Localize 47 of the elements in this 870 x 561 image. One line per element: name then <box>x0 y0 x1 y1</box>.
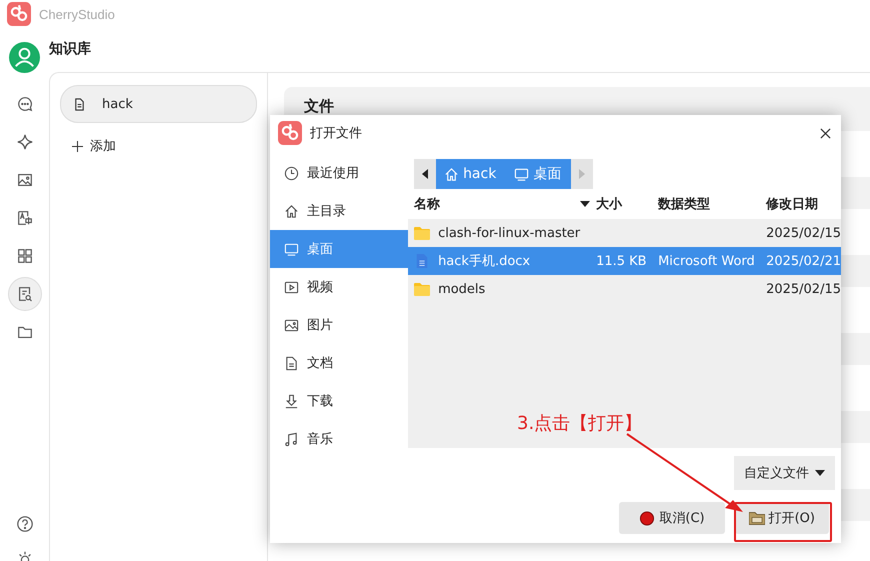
app-title: CherryStudio <box>39 6 115 22</box>
user-avatar-icon[interactable] <box>9 42 40 73</box>
places-item[interactable]: 最近使用 <box>270 154 408 192</box>
download-icon <box>284 394 299 408</box>
music-icon <box>284 432 299 446</box>
home-icon <box>284 204 299 218</box>
places-item[interactable]: 视频 <box>270 268 408 306</box>
desktop-icon <box>514 166 530 182</box>
sort-arrow-icon[interactable] <box>580 201 590 207</box>
places-item[interactable]: 下载 <box>270 382 408 420</box>
page-title: 知识库 <box>49 40 91 58</box>
knowledge-icon[interactable] <box>8 277 42 311</box>
open-button[interactable]: 打开(O) <box>734 502 829 534</box>
column-header[interactable]: 修改日期 <box>766 195 818 213</box>
video-icon <box>284 280 299 294</box>
document-icon <box>284 356 299 370</box>
image-icon <box>284 318 299 332</box>
places-item[interactable]: 音乐 <box>270 420 408 458</box>
places-item[interactable]: 主目录 <box>270 192 408 230</box>
column-header[interactable]: 大小 <box>596 195 622 213</box>
stop-icon <box>639 510 656 526</box>
knowledge-base-item[interactable]: hack <box>60 85 257 123</box>
document-icon <box>414 254 430 268</box>
places-item[interactable]: 图片 <box>270 306 408 344</box>
file-row[interactable]: clash-for-linux-master 2025/02/15 <box>408 219 841 247</box>
desktop-icon <box>284 242 299 256</box>
help-icon[interactable] <box>16 515 34 533</box>
close-icon[interactable] <box>820 128 831 138</box>
app-logo-icon <box>278 121 302 145</box>
dialog-title: 打开文件 <box>310 125 362 142</box>
file-type-dropdown[interactable]: 自定义文件 <box>734 456 835 490</box>
folder-icon <box>748 510 765 526</box>
section-title: 文件 <box>304 97 334 115</box>
folder-icon <box>414 282 430 296</box>
home-icon <box>444 166 460 182</box>
add-button[interactable]: 添加 <box>60 131 128 161</box>
caret-icon <box>815 470 825 476</box>
recent-icon <box>284 166 299 180</box>
column-header[interactable]: 名称 <box>414 195 440 213</box>
document-icon <box>73 98 86 110</box>
places-item[interactable]: 文档 <box>270 344 408 382</box>
folder-icon <box>414 226 430 240</box>
cancel-button[interactable]: 取消(C) <box>619 502 725 534</box>
column-header[interactable]: 数据类型 <box>658 195 710 213</box>
plus-icon <box>72 140 83 152</box>
file-row[interactable]: models 2025/02/15 <box>408 275 841 303</box>
annotation-text: 3.点击【打开】 <box>517 412 642 435</box>
